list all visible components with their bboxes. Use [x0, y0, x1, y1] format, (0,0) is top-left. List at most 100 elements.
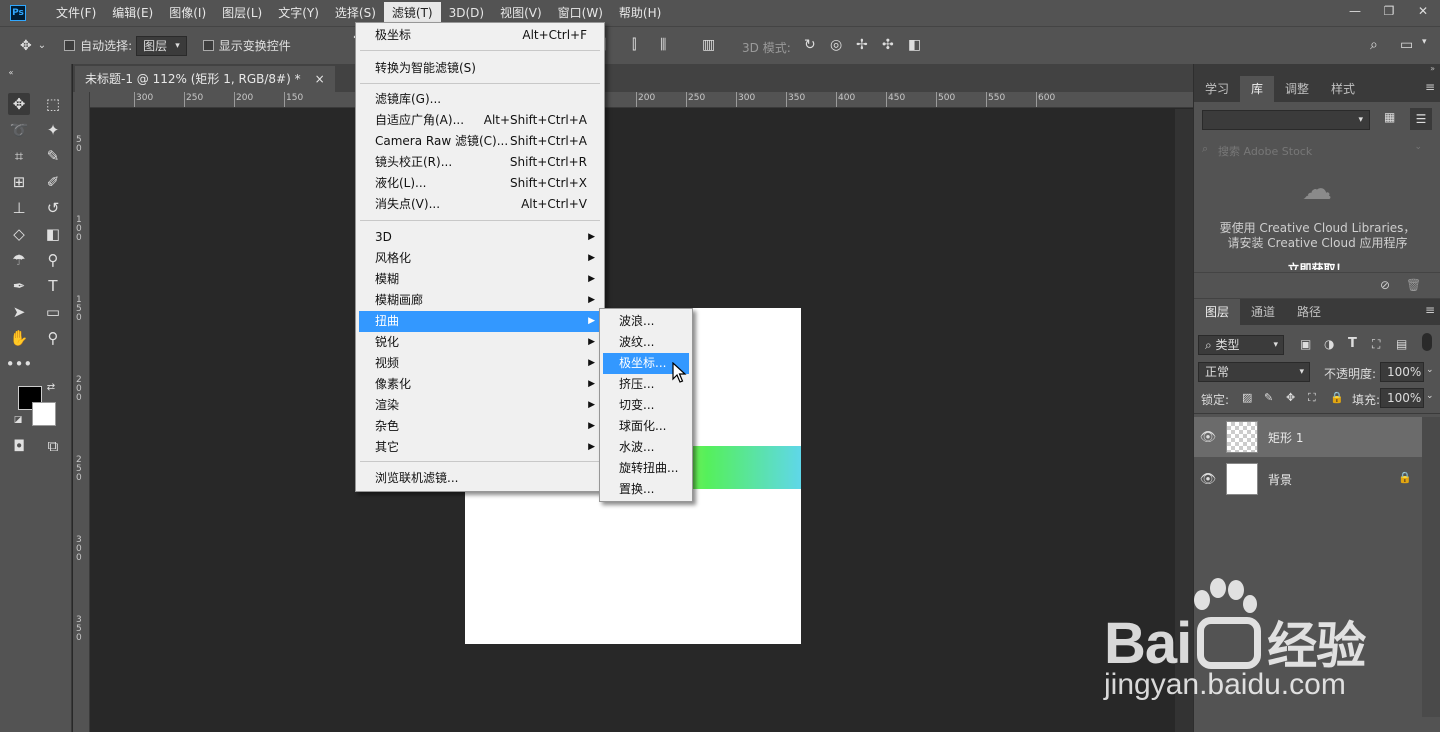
filter-menu-item[interactable]: 杂色 ▶: [359, 416, 601, 437]
filter-menu-item[interactable]: 液化(L)... Shift+Ctrl+X: [359, 173, 601, 194]
filter-menu-item[interactable]: 自适应广角(A)... Alt+Shift+Ctrl+A: [359, 110, 601, 131]
filter-pixel-icon[interactable]: ▣: [1300, 337, 1311, 351]
filter-menu-item[interactable]: 极坐标 Alt+Ctrl+F: [359, 25, 601, 46]
lock-image-icon[interactable]: ✎: [1264, 391, 1273, 404]
library-dropdown[interactable]: ▾: [1202, 110, 1370, 130]
type-tool-icon[interactable]: T: [42, 275, 64, 297]
swap-colors-icon[interactable]: ⇄: [44, 380, 58, 394]
filter-menu-item[interactable]: 模糊 ▶: [359, 269, 601, 290]
more-tools-icon[interactable]: •••: [6, 353, 33, 375]
auto-align-icon[interactable]: ▥: [702, 37, 715, 53]
restore-icon[interactable]: ❐: [1372, 0, 1406, 22]
layers-scrollbar[interactable]: [1422, 417, 1440, 717]
blur-tool-icon[interactable]: ☂: [8, 249, 30, 271]
distribute-bottom-icon[interactable]: ⫼: [660, 37, 666, 53]
3d-roll-icon[interactable]: ◎: [830, 37, 842, 53]
panel-menu-icon[interactable]: ≡: [1425, 303, 1435, 317]
layer-row-background[interactable]: 👁 背景 🔒: [1194, 459, 1422, 499]
hand-tool-icon[interactable]: ✋: [8, 327, 30, 349]
menu-file[interactable]: 文件(F): [48, 2, 104, 24]
menu-edit[interactable]: 编辑(E): [104, 2, 161, 24]
chevron-down-icon[interactable]: ▾: [1422, 37, 1427, 47]
distort-submenu-item[interactable]: 波浪...: [603, 311, 689, 332]
stock-search-field[interactable]: ⌕ 搜索 Adobe Stock ⌄: [1200, 140, 1436, 160]
filter-shape-icon[interactable]: ⛶: [1372, 337, 1380, 352]
close-icon[interactable]: ✕: [1406, 0, 1440, 22]
menu-3d[interactable]: 3D(D): [441, 2, 492, 24]
grid-view-icon[interactable]: ▦: [1384, 110, 1395, 124]
eraser-tool-icon[interactable]: ◇: [8, 223, 30, 245]
filter-menu-item[interactable]: 3D ▶: [359, 227, 601, 248]
menu-select[interactable]: 选择(S): [327, 2, 384, 24]
distribute-center-icon[interactable]: ⫿: [632, 37, 636, 53]
trash-icon[interactable]: 🗑: [1406, 278, 1421, 292]
chevron-down-icon[interactable]: ⌄: [38, 40, 46, 51]
panel-menu-icon[interactable]: ≡: [1425, 80, 1435, 94]
filter-menu-item[interactable]: 消失点(V)... Alt+Ctrl+V: [359, 194, 601, 215]
distort-submenu-item[interactable]: 置换...: [603, 479, 689, 500]
opacity-field[interactable]: 100%: [1380, 362, 1424, 382]
zoom-tool-icon[interactable]: ⚲: [42, 327, 64, 349]
menu-view[interactable]: 视图(V): [492, 2, 550, 24]
menu-window[interactable]: 窗口(W): [550, 2, 611, 24]
filter-menu-item[interactable]: 像素化 ▶: [359, 374, 601, 395]
filter-menu-item[interactable]: Camera Raw 滤镜(C)... Shift+Ctrl+A: [359, 131, 601, 152]
pen-tool-icon[interactable]: ✒: [8, 275, 30, 297]
move-tool-icon[interactable]: ✥: [20, 38, 32, 54]
distort-submenu-item[interactable]: 切变...: [603, 395, 689, 416]
tab-layers[interactable]: 图层: [1194, 299, 1241, 325]
menu-image[interactable]: 图像(I): [161, 2, 214, 24]
cloud-sync-icon[interactable]: ⊘: [1380, 278, 1390, 292]
tab-channels[interactable]: 通道: [1240, 299, 1286, 325]
brush-tool-icon[interactable]: ✐: [42, 171, 64, 193]
show-transform-checkbox[interactable]: 显示变换控件: [202, 37, 291, 54]
crop-tool-icon[interactable]: ⌗: [8, 145, 30, 167]
lock-transparent-icon[interactable]: ▨: [1242, 391, 1252, 404]
tab-paths[interactable]: 路径: [1286, 299, 1332, 325]
eye-icon[interactable]: 👁: [1194, 430, 1222, 445]
3d-rotate-icon[interactable]: ↻: [804, 37, 816, 53]
distort-submenu-item[interactable]: 水波...: [603, 437, 689, 458]
tab-styles[interactable]: 样式: [1320, 76, 1366, 102]
lock-all-icon[interactable]: 🔒: [1330, 391, 1344, 404]
filter-menu-item[interactable]: 渲染 ▶: [359, 395, 601, 416]
filter-smart-object-icon[interactable]: ▤: [1396, 337, 1407, 351]
distort-submenu-item[interactable]: 波纹...: [603, 332, 689, 353]
distort-submenu-item[interactable]: 球面化...: [603, 416, 689, 437]
move-tool-icon[interactable]: ✥: [8, 93, 30, 115]
close-tab-icon[interactable]: ×: [315, 66, 325, 92]
get-it-now-link[interactable]: 立即获取！: [1194, 260, 1440, 270]
document-tab[interactable]: 未标题-1 @ 112% (矩形 1, RGB/8#) * ×: [75, 66, 335, 92]
healing-brush-tool-icon[interactable]: ⊞: [8, 171, 30, 193]
auto-select-checkbox[interactable]: 自动选择:: [64, 37, 132, 54]
3d-pan-icon[interactable]: ✢: [856, 37, 868, 53]
lock-artboard-icon[interactable]: ⛶: [1308, 391, 1316, 405]
history-brush-tool-icon[interactable]: ↺: [42, 197, 64, 219]
background-color-swatch[interactable]: [32, 402, 56, 426]
marquee-tool-icon[interactable]: ⬚: [42, 93, 64, 115]
filter-menu-item[interactable]: 模糊画廊 ▶: [359, 290, 601, 311]
menu-filter[interactable]: 滤镜(T): [383, 2, 441, 24]
menu-help[interactable]: 帮助(H): [611, 2, 669, 24]
magic-wand-tool-icon[interactable]: ✦: [42, 119, 64, 141]
list-view-icon[interactable]: ☰: [1410, 108, 1432, 130]
tab-adjustments[interactable]: 调整: [1274, 76, 1320, 102]
filter-toggle[interactable]: [1422, 333, 1432, 351]
filter-menu-item[interactable]: 镜头校正(R)... Shift+Ctrl+R: [359, 152, 601, 173]
filter-menu-item[interactable]: 滤镜库(G)...: [359, 89, 601, 110]
eye-icon[interactable]: 👁: [1194, 472, 1222, 487]
menu-layer[interactable]: 图层(L): [214, 2, 270, 24]
filter-menu-item[interactable]: 风格化 ▶: [359, 248, 601, 269]
chevron-down-icon[interactable]: ⌄: [1426, 365, 1434, 375]
distort-submenu-item[interactable]: 旋转扭曲...: [603, 458, 689, 479]
blend-mode-dropdown[interactable]: 正常 ▾: [1198, 362, 1310, 382]
tab-libraries[interactable]: 库: [1240, 76, 1275, 102]
filter-adjustment-icon[interactable]: ◑: [1324, 337, 1334, 351]
eyedropper-tool-icon[interactable]: ✎: [42, 145, 64, 167]
dodge-tool-icon[interactable]: ⚲: [42, 249, 64, 271]
filter-menu-item[interactable]: 视频 ▶: [359, 353, 601, 374]
filter-type-icon[interactable]: T: [1348, 336, 1357, 351]
expand-icon[interactable]: »: [1430, 64, 1435, 73]
path-selection-tool-icon[interactable]: ➤: [8, 301, 30, 323]
filter-menu-item[interactable]: 锐化 ▶: [359, 332, 601, 353]
